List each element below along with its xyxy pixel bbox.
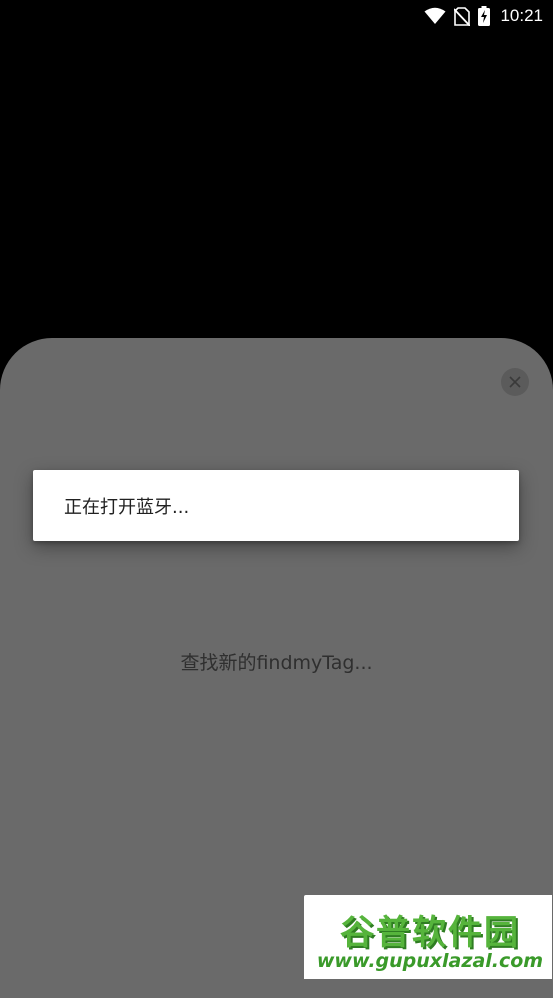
status-time: 10:21 — [500, 6, 543, 25]
searching-text: 查找新的findmyTag... — [180, 652, 373, 674]
watermark-url: www.gupuxlazal.com — [316, 950, 544, 972]
battery-charging-icon — [478, 6, 491, 26]
status-icons: 10:21 — [424, 4, 543, 28]
status-bar: 10:21 — [0, 0, 553, 32]
no-sim-icon — [454, 6, 471, 26]
wifi-icon — [424, 7, 446, 25]
watermark-logo: 谷普软件园 — [340, 913, 520, 953]
close-button[interactable] — [501, 368, 529, 396]
watermark: 谷普软件园 www.gupuxlazal.com — [304, 895, 552, 979]
dialog-message: 正在打开蓝牙... — [64, 496, 190, 518]
close-icon — [509, 373, 521, 392]
progress-dialog: 正在打开蓝牙... — [33, 470, 519, 541]
